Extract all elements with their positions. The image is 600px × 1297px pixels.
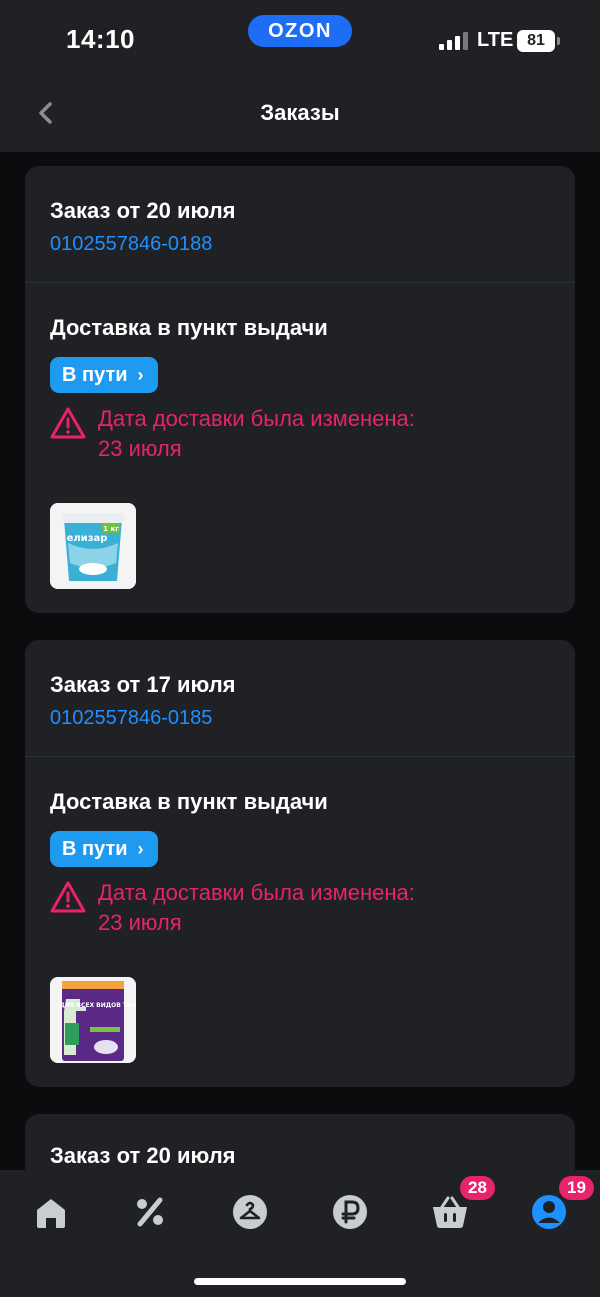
ruble-icon	[333, 1195, 367, 1229]
tab-finance[interactable]	[330, 1192, 370, 1232]
status-time: 14:10	[66, 24, 135, 54]
order-number-link[interactable]: 0102557846-0185	[50, 707, 212, 730]
warning-date: 23 июля	[98, 436, 182, 461]
ozon-brand-pill[interactable]: OZON	[248, 15, 352, 47]
battery-icon: 81	[517, 30, 560, 52]
profile-badge: 19	[559, 1176, 594, 1200]
hanger-icon	[233, 1195, 267, 1229]
percent-icon	[137, 1197, 163, 1227]
basket-icon	[433, 1196, 467, 1228]
order-number-link[interactable]: 0102557846-0188	[50, 233, 212, 256]
status-button[interactable]: В пути ›	[50, 357, 158, 393]
warning-date: 23 июля	[98, 910, 182, 935]
order-card[interactable]: Заказ от 20 июля 0102557846-0188 Доставк…	[25, 166, 575, 613]
warning-text: Дата доставки была изменена:	[98, 880, 415, 905]
profile-icon	[532, 1195, 566, 1229]
status-bar: 14:10 OZON LTE 81	[0, 0, 600, 80]
delivery-type: Доставка в пункт выдачи	[50, 315, 328, 340]
status-label: В пути	[62, 837, 128, 860]
home-indicator	[194, 1278, 406, 1285]
status-button[interactable]: В пути ›	[50, 831, 158, 867]
cart-badge: 28	[460, 1176, 495, 1200]
spray-product-image: ДЛЯ ВСЕХ ВИДОВ ТКАНЕЙ	[50, 977, 136, 1063]
product-brand: елизар	[67, 533, 108, 544]
tab-home[interactable]	[31, 1192, 71, 1232]
tab-promo[interactable]	[130, 1192, 170, 1232]
page-title: Заказы	[260, 100, 340, 125]
order-title: Заказ от 17 июля	[50, 672, 236, 697]
warning-icon	[50, 881, 86, 913]
product-weight: 1 кг	[103, 525, 119, 533]
shipment-section: Доставка в пункт выдачи В пути › Дата до…	[25, 283, 575, 613]
order-title: Заказ от 20 июля	[50, 198, 236, 223]
bucket-product-image: 1 кг елизар	[50, 503, 136, 589]
order-header: Заказ от 20 июля 0102557846-0188	[25, 166, 575, 283]
shipment-section: Доставка в пункт выдачи В пути › Дата до…	[25, 757, 575, 1087]
order-title: Заказ от 20 июля	[50, 1143, 236, 1168]
product-caption: ДЛЯ ВСЕХ ВИДОВ ТКАНЕЙ	[59, 1001, 136, 1009]
order-card[interactable]: Заказ от 17 июля 0102557846-0185 Доставк…	[25, 640, 575, 1087]
home-icon	[37, 1199, 65, 1228]
order-header: Заказ от 17 июля 0102557846-0185	[25, 640, 575, 757]
warning-icon	[50, 407, 86, 439]
product-thumbnail[interactable]: ДЛЯ ВСЕХ ВИДОВ ТКАНЕЙ	[50, 977, 136, 1063]
product-thumbnail[interactable]: 1 кг елизар	[50, 503, 136, 589]
signal-icon	[439, 32, 469, 50]
network-type: LTE	[477, 29, 514, 51]
status-label: В пути	[62, 363, 128, 386]
tab-profile[interactable]	[529, 1192, 569, 1232]
chevron-right-icon: ›	[137, 364, 144, 385]
chevron-right-icon: ›	[137, 838, 144, 859]
delivery-type: Доставка в пункт выдачи	[50, 789, 328, 814]
warning-text: Дата доставки была изменена:	[98, 406, 415, 431]
tab-catalog[interactable]	[230, 1192, 270, 1232]
nav-bar: Заказы	[0, 80, 600, 152]
tab-cart[interactable]	[430, 1192, 470, 1232]
